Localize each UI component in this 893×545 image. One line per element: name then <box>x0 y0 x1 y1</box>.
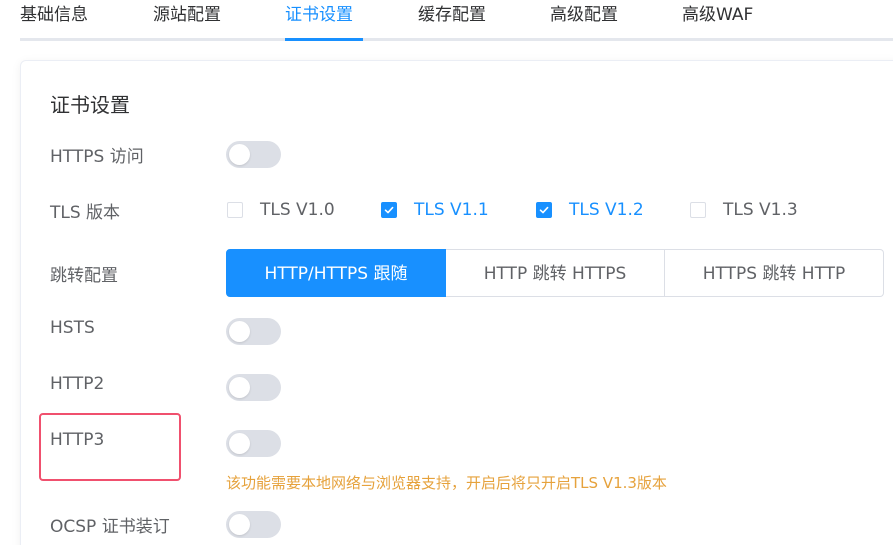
http2-switch[interactable] <box>226 374 281 401</box>
tab-advanced-config[interactable]: 高级配置 <box>550 2 618 36</box>
http3-hint: 该功能需要本地网络与浏览器支持，开启后将只开启TLS V1.3版本 <box>226 474 667 492</box>
https-access-switch[interactable] <box>226 141 281 168</box>
redirect-follow-button[interactable]: HTTP/HTTPS 跟随 <box>226 249 446 297</box>
http3-switch[interactable] <box>226 430 281 457</box>
tab-cache-config[interactable]: 缓存配置 <box>418 2 486 36</box>
tab-advanced-waf[interactable]: 高级WAF <box>682 2 753 36</box>
tls-v11-label: TLS V1.1 <box>414 200 489 220</box>
tab-certificate-settings[interactable]: 证书设置 <box>285 2 353 36</box>
https-access-label: HTTPS 访问 <box>50 147 144 167</box>
tls-v13-checkbox[interactable]: TLS V1.3 <box>690 199 798 221</box>
switch-knob <box>229 377 250 398</box>
tls-v12-label: TLS V1.2 <box>569 200 644 220</box>
ocsp-switch[interactable] <box>226 511 281 538</box>
redirect-https-to-http-button[interactable]: HTTPS 跳转 HTTP <box>665 249 884 297</box>
checkbox-checked-icon <box>381 202 397 218</box>
tabs-divider <box>20 38 893 41</box>
checkbox-checked-icon <box>536 202 552 218</box>
redirect-options: HTTP/HTTPS 跟随 HTTP 跳转 HTTPS HTTPS 跳转 HTT… <box>226 249 884 297</box>
http2-label: HTTP2 <box>50 374 105 394</box>
tls-v13-label: TLS V1.3 <box>723 200 798 220</box>
section-title: 证书设置 <box>50 93 130 117</box>
ocsp-label: OCSP 证书装订 <box>50 517 170 537</box>
tab-origin-config[interactable]: 源站配置 <box>153 2 221 36</box>
switch-knob <box>229 514 250 535</box>
redirect-http-to-https-button[interactable]: HTTP 跳转 HTTPS <box>446 249 665 297</box>
active-tab-indicator <box>285 38 363 41</box>
checkbox-unchecked-icon <box>227 202 243 218</box>
hsts-label: HSTS <box>50 318 95 338</box>
http3-label: HTTP3 <box>50 430 105 450</box>
tls-v12-checkbox[interactable]: TLS V1.2 <box>536 199 644 221</box>
tab-basic-info[interactable]: 基础信息 <box>20 2 88 36</box>
tls-v11-checkbox[interactable]: TLS V1.1 <box>381 199 489 221</box>
switch-knob <box>229 433 250 454</box>
config-tabs: 基础信息 源站配置 证书设置 缓存配置 高级配置 高级WAF <box>0 0 893 42</box>
hsts-switch[interactable] <box>226 318 281 345</box>
checkbox-unchecked-icon <box>690 202 706 218</box>
domain-config-page: 基础信息 源站配置 证书设置 缓存配置 高级配置 高级WAF 证书设置 HTTP… <box>0 0 893 545</box>
tls-v10-label: TLS V1.0 <box>260 200 335 220</box>
switch-knob <box>229 144 250 165</box>
tls-version-label: TLS 版本 <box>50 203 121 223</box>
redirect-config-label: 跳转配置 <box>50 266 118 286</box>
switch-knob <box>229 321 250 342</box>
tls-v10-checkbox[interactable]: TLS V1.0 <box>227 199 335 221</box>
